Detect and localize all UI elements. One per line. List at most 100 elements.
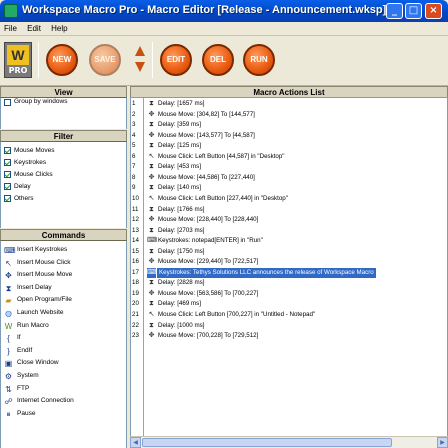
filter-delay[interactable]: Delay xyxy=(1,181,126,193)
action-row[interactable]: 8 ✥ Mouse Move: [44,586] To [227,440] xyxy=(131,173,447,184)
checkbox-box[interactable] xyxy=(4,195,11,202)
action-row[interactable]: 18 ⧗ Delay: [2828 ms] xyxy=(131,278,447,289)
menu-file[interactable]: File xyxy=(0,22,21,33)
move-up-icon[interactable] xyxy=(135,46,145,56)
new-button[interactable]: NEW xyxy=(46,44,78,76)
view-panel: Group by windows xyxy=(0,98,127,129)
filter-others[interactable]: Others xyxy=(1,193,126,205)
commands-panel: ⌨ Insert Keystrokes ↖ Insert Mouse Click ✥… xyxy=(0,241,127,448)
mouse-move-icon: ✥ xyxy=(148,173,155,181)
command-internet-connection[interactable]: ☍ Internet Connection xyxy=(1,395,126,408)
action-row-text: Delay: [1766 ms] xyxy=(158,205,205,213)
action-row[interactable]: 15 ⧗ Delay: [1750 ms] xyxy=(131,247,447,258)
action-row[interactable]: 10 ↖ Mouse Click: Left Button [227,440] in… xyxy=(131,194,447,205)
action-row-number: 21 xyxy=(132,311,139,318)
close-window-icon: ▣ xyxy=(4,359,13,369)
command-open-program[interactable]: ▰ Open Program/File xyxy=(1,294,126,307)
action-row[interactable]: 22 ⧗ Delay: [1000 ms] xyxy=(131,321,447,332)
checkbox-label: Group by windows xyxy=(14,98,68,105)
action-row-text: Mouse Move: [563,586] To [700,227] xyxy=(158,289,259,297)
scrollbar-thumb[interactable] xyxy=(142,438,392,447)
command-label: Close Window xyxy=(17,359,59,367)
action-row[interactable]: 11 ⧗ Delay: [1766 ms] xyxy=(131,205,447,216)
maximize-button[interactable]: □ xyxy=(405,3,422,19)
keyboard-icon: ⌨ xyxy=(147,267,157,279)
action-row[interactable]: 9 ⧗ Delay: [140 ms] xyxy=(131,183,447,194)
checkbox-box[interactable] xyxy=(4,171,11,178)
action-row[interactable]: 3 ⧗ Delay: [359 ms] xyxy=(131,120,447,131)
minimize-button[interactable]: _ xyxy=(386,3,403,19)
action-row[interactable]: 12 ✥ Mouse Move: [228,440] To [228,440] xyxy=(131,215,447,226)
checkbox-box[interactable] xyxy=(4,99,11,106)
command-if[interactable]: {If xyxy=(1,332,126,345)
action-row[interactable]: 21 ↖ Mouse Click: Left Button [700,227] in… xyxy=(131,310,447,321)
command-label: Internet Connection xyxy=(17,397,74,405)
delete-button[interactable]: DEL xyxy=(202,44,234,76)
run-button[interactable]: RUN xyxy=(243,44,275,76)
action-row[interactable]: 23 ✥ Mouse Move: [700,228] To [729,512] xyxy=(131,331,447,342)
action-row[interactable]: 14 ⌨ Keystrokes: notepad[ENTER] in "Run" xyxy=(131,236,447,247)
group-by-windows-checkbox[interactable]: Group by windows xyxy=(1,98,126,107)
action-row[interactable]: 13 ⧗ Delay: [2703 ms] xyxy=(131,226,447,237)
action-row-text: Delay: [1657 ms] xyxy=(158,100,205,107)
action-row-text: Delay: [1000 ms] xyxy=(158,321,205,329)
action-row-text: Delay: [125 ms] xyxy=(158,142,201,150)
command-launch-website[interactable]: ◍ Launch Website xyxy=(1,307,126,320)
hourglass-icon: ⧗ xyxy=(149,184,154,192)
mouse-move-icon: ✥ xyxy=(5,271,12,281)
command-ftp[interactable]: ⇅ FTP xyxy=(1,383,126,396)
command-label: Pause xyxy=(17,409,36,417)
mouse-move-icon: ✥ xyxy=(148,289,155,297)
action-row[interactable]: 4 ✥ Mouse Move: [143,577] To [44,587] xyxy=(131,131,447,142)
scroll-left-icon[interactable]: ◀ xyxy=(130,437,141,448)
close-button[interactable]: × xyxy=(425,3,442,19)
command-run-macro[interactable]: W Run Macro xyxy=(1,320,126,333)
pause-icon: ⏸ xyxy=(6,409,11,419)
checkbox-box[interactable] xyxy=(4,159,11,166)
command-insert-keystrokes[interactable]: ⌨ Insert Keystrokes xyxy=(1,244,126,257)
toolbar-separator xyxy=(38,42,39,78)
action-row-number: 13 xyxy=(132,226,139,234)
command-insert-mouse-move[interactable]: ✥ Insert Mouse Move xyxy=(1,269,126,282)
scroll-right-icon[interactable]: ▶ xyxy=(437,437,448,448)
checkbox-label: Others xyxy=(14,195,34,202)
checkbox-box[interactable] xyxy=(4,147,11,154)
filter-mouse-clicks[interactable]: Mouse Clicks xyxy=(1,169,126,181)
move-down-icon[interactable] xyxy=(135,62,145,72)
menu-help[interactable]: Help xyxy=(47,22,71,33)
action-row[interactable]: 19 ✥ Mouse Move: [563,586] To [700,227] xyxy=(131,289,447,300)
mouse-click-icon: ↖ xyxy=(148,152,155,160)
action-row[interactable]: 20 ⧗ Delay: [469 ms] xyxy=(131,299,447,310)
edit-button[interactable]: EDIT xyxy=(160,44,192,76)
filter-mouse-moves[interactable]: Mouse Moves xyxy=(1,145,126,157)
command-pause[interactable]: ⏸ Pause xyxy=(1,408,126,421)
command-insert-mouse-click[interactable]: ↖ Insert Mouse Click xyxy=(1,257,126,270)
checkbox-label: Keystrokes xyxy=(14,159,47,166)
command-close-window[interactable]: ▣ Close Window xyxy=(1,357,126,370)
filter-keystrokes[interactable]: Keystrokes xyxy=(1,157,126,169)
command-endif[interactable]: } EndIf xyxy=(1,345,126,358)
menu-bar: File Edit Help xyxy=(0,22,448,36)
mouse-move-icon: ✥ xyxy=(148,258,155,266)
menu-edit[interactable]: Edit xyxy=(23,22,45,33)
horizontal-scrollbar[interactable]: ◀ ▶ xyxy=(130,436,448,448)
command-system[interactable]: ⚙ System xyxy=(1,370,126,383)
action-row-number: 5 xyxy=(132,142,136,150)
action-row[interactable]: 17 ⌨ Keystrokes: Tethys Solutions LLC anno… xyxy=(131,267,447,279)
keyboard-icon: ⌨ xyxy=(4,246,16,255)
save-button[interactable]: SAVE xyxy=(89,44,121,76)
hourglass-icon: ⧗ xyxy=(149,163,154,171)
action-row[interactable]: 7 ⧗ Delay: [453 ms] xyxy=(131,162,447,173)
action-row[interactable]: 6 ↖ Mouse Click: Left Button [44,587] in "… xyxy=(131,152,447,163)
logo-pro-label: PRO xyxy=(8,66,28,75)
checkbox-box[interactable] xyxy=(4,183,11,190)
action-row[interactable]: 16 ✥ Mouse Move: [229,440] To [722,517] xyxy=(131,257,447,268)
action-row-number: 22 xyxy=(132,321,139,329)
action-row[interactable]: 1 ⧗ Delay: [1657 ms] xyxy=(131,99,447,110)
hourglass-icon: ⧗ xyxy=(149,142,154,150)
command-label: Insert Keystrokes xyxy=(17,246,68,253)
action-row[interactable]: 2 ✥ Mouse Move: [304,82] To [144,577] xyxy=(131,110,447,121)
action-row[interactable]: 5 ⧗ Delay: [125 ms] xyxy=(131,141,447,152)
macro-actions-list[interactable]: 1 ⧗ Delay: [1657 ms] 2 ✥ Mouse Move: [304,82]… xyxy=(130,97,448,446)
command-insert-delay[interactable]: ⧗ Insert Delay xyxy=(1,282,126,295)
